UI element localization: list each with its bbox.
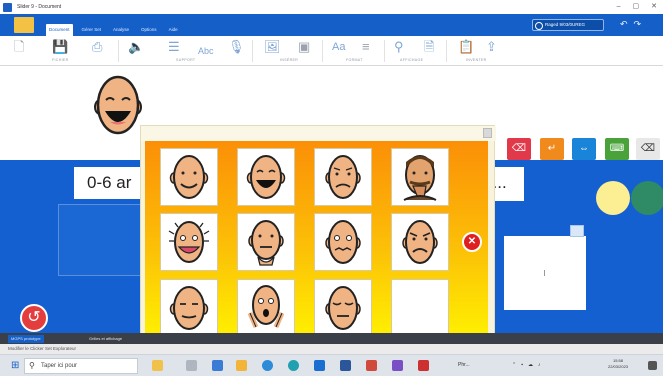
separator: [322, 40, 323, 62]
face-calm[interactable]: [160, 279, 218, 337]
windows-taskbar: ⊞ ⚲ Taper ici pour Phr... ⌃▪☁♪ 15:58 22/…: [0, 354, 663, 376]
ribbon-tabs-bar: Document Gérer Set Analyse Options Aide …: [0, 14, 663, 36]
file-menu-button[interactable]: [14, 17, 34, 33]
face-chin-hand[interactable]: [237, 213, 295, 271]
system-tray-icons[interactable]: ⌃▪☁♪: [512, 362, 545, 368]
taskbar-clock[interactable]: 15:58 22/03/2023: [608, 358, 628, 370]
clear-icon[interactable]: ⌫: [636, 138, 660, 160]
notifications-icon[interactable]: [648, 361, 657, 370]
word-icon[interactable]: [340, 360, 351, 371]
powerpoint-icon[interactable]: [366, 360, 377, 371]
page-icon[interactable]: 🗎: [424, 40, 434, 54]
face-hand-mouth[interactable]: [391, 148, 449, 206]
list-icon[interactable]: ☰: [168, 40, 180, 54]
user-account-button[interactable]: Raged 9/03/0UREG: [532, 19, 604, 31]
search-icon: ⚲: [29, 361, 35, 370]
separator: [118, 40, 119, 62]
popup-scroll-handle[interactable]: [483, 128, 492, 138]
undo-redo-buttons[interactable]: ↶↷: [620, 19, 647, 30]
outlook-icon[interactable]: [314, 360, 325, 371]
age-card[interactable]: 0-6 ar: [74, 167, 140, 199]
close-popup-icon[interactable]: ✕: [462, 232, 482, 252]
pdf-icon[interactable]: [418, 360, 429, 371]
cell-image-icon[interactable]: [570, 225, 584, 237]
align-icon[interactable]: ≡: [362, 40, 370, 54]
save-icon[interactable]: 💾: [52, 40, 68, 54]
group-label-inventer: INVENTER: [466, 58, 487, 62]
keyboard-icon[interactable]: ⌨: [605, 138, 629, 160]
empty-cell[interactable]: [58, 204, 144, 276]
face-laugh[interactable]: [237, 148, 295, 206]
swap-icon[interactable]: ⇔: [572, 138, 596, 160]
face-frown[interactable]: [391, 213, 449, 271]
export-icon[interactable]: ⇪: [486, 40, 497, 54]
tab-gerer-set[interactable]: Gérer Set: [79, 24, 105, 36]
group-label-fichier: FICHIER: [52, 58, 69, 62]
tab-document[interactable]: Document: [46, 24, 73, 36]
face-shocked-hands[interactable]: [237, 279, 295, 337]
title-bar: Slider 9 - Document – ▢ ✕: [0, 0, 663, 14]
mic-icon[interactable]: 🎙: [228, 40, 245, 54]
new-file-icon[interactable]: 🗋: [14, 40, 24, 54]
tab-aide[interactable]: Aide: [166, 24, 181, 36]
maximize-button[interactable]: ▢: [633, 3, 640, 10]
face-scared[interactable]: [314, 213, 372, 271]
tab-options[interactable]: Options: [138, 24, 160, 36]
white-cell[interactable]: [504, 236, 586, 310]
print-icon[interactable]: ⎙: [92, 40, 102, 54]
image-icon[interactable]: 🖼: [264, 40, 281, 54]
face-worried[interactable]: [314, 148, 372, 206]
ribbon-toolbar: 🗋 💾 ⎙ FICHIER 🔈 ☰ Abc 🎙 SUPPORT 🖼 ▣ INSÉ…: [0, 36, 663, 66]
yellow-circle[interactable]: [596, 181, 630, 215]
group-label-affichage: AFFICHAGE: [400, 58, 424, 62]
insert-icon[interactable]: ▣: [298, 40, 310, 54]
taskbar-app-label[interactable]: Phr...: [458, 362, 470, 368]
app-window: { "window": { "title": "Slider 9 - Docum…: [0, 0, 663, 376]
teams-icon[interactable]: [392, 360, 403, 371]
search-placeholder: Taper ici pour: [41, 363, 78, 369]
clock-date: 22/03/2023: [608, 364, 629, 369]
window-controls: – ▢ ✕: [617, 3, 657, 10]
text-caret: [544, 270, 545, 276]
face-surprised[interactable]: [160, 213, 218, 271]
doc-tab-1[interactable]: MGPS prototype: [8, 335, 44, 343]
taskbar-search[interactable]: ⚲ Taper ici pour: [24, 358, 138, 374]
face-eyes-closed[interactable]: [314, 279, 372, 337]
app-icon: [3, 2, 12, 12]
close-button[interactable]: ✕: [651, 3, 657, 10]
green-circle[interactable]: [631, 181, 663, 215]
window-title: Slider 9 - Document: [17, 4, 62, 10]
tab-analyse[interactable]: Analyse: [110, 24, 132, 36]
separator: [446, 40, 447, 62]
document-tab-strip: MGPS prototype Grilles et affichage: [0, 333, 663, 344]
app-icon-teal[interactable]: [288, 360, 299, 371]
cortana-icon[interactable]: [152, 360, 163, 371]
task-view-icon[interactable]: [186, 360, 197, 371]
folder-icon[interactable]: [236, 360, 247, 371]
group-label-format: FORMAT: [346, 58, 363, 62]
ribbon-tabs: Document Gérer Set Analyse Options Aide: [46, 24, 181, 36]
empty-symbol-cell[interactable]: [391, 279, 449, 337]
popup-header: [141, 126, 496, 141]
status-bar: Modifier le Clicker Set Explorateur: [0, 344, 663, 354]
spell-icon[interactable]: Abc: [198, 44, 214, 58]
group-label-support: SUPPORT: [176, 58, 196, 62]
zoom-icon[interactable]: ⚲: [394, 40, 404, 54]
face-smile[interactable]: [160, 148, 218, 206]
delete-icon[interactable]: ⌫: [507, 138, 531, 160]
back-icon[interactable]: ↺: [20, 304, 48, 332]
paste-icon[interactable]: 📋: [458, 40, 474, 54]
separator: [252, 40, 253, 62]
edge-icon[interactable]: [212, 360, 223, 371]
windows-start-icon[interactable]: ⊞: [11, 361, 19, 371]
laughing-face-symbol[interactable]: [92, 73, 144, 144]
doc-tab-2[interactable]: Grilles et affichage: [86, 335, 125, 343]
enter-icon[interactable]: ↵: [540, 138, 564, 160]
group-label-inserer: INSÉRER: [280, 58, 299, 62]
minimize-button[interactable]: –: [617, 3, 621, 10]
separator: [384, 40, 385, 62]
chrome-icon[interactable]: [262, 360, 273, 371]
speaker-icon[interactable]: 🔈: [128, 40, 144, 54]
font-icon[interactable]: Aa: [332, 40, 345, 54]
